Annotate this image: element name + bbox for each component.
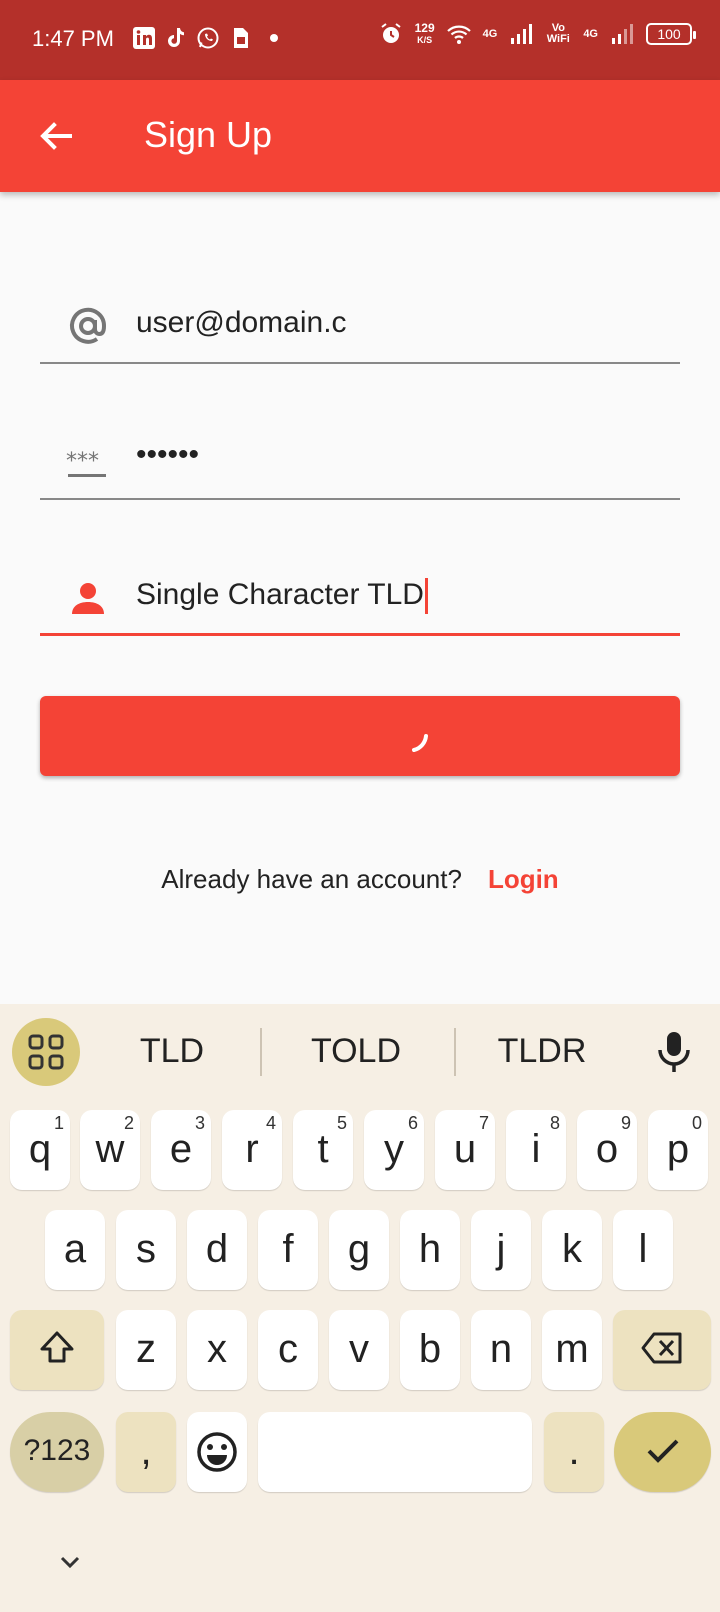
key-n[interactable]: n	[471, 1310, 531, 1390]
suggestion-3[interactable]: TLDR	[452, 1032, 632, 1071]
suggestion-1[interactable]: TLD	[82, 1032, 262, 1071]
key-c[interactable]: c	[258, 1310, 318, 1390]
key-x[interactable]: x	[187, 1310, 247, 1390]
text-cursor	[424, 578, 428, 615]
network-speed: 129 K/S	[414, 21, 435, 45]
comma-key[interactable]: ,	[116, 1412, 176, 1492]
key-v[interactable]: v	[329, 1310, 389, 1390]
password-field[interactable]: *** ••••••	[40, 420, 680, 500]
key-m[interactable]: m	[542, 1310, 602, 1390]
name-field[interactable]: Single Character TLD	[40, 556, 680, 636]
backspace-key[interactable]	[613, 1310, 711, 1390]
key-p[interactable]: p0	[648, 1110, 708, 1190]
system-icons: 129 K/S 4G Vo WiFi 4G 100	[379, 21, 696, 46]
microphone-icon[interactable]	[654, 1030, 694, 1074]
key-e[interactable]: e3	[151, 1110, 211, 1190]
sim-card-icon	[234, 28, 248, 48]
tiktok-icon	[168, 28, 184, 47]
signal-4g-label: 4G	[482, 27, 498, 40]
key-o[interactable]: o9	[577, 1110, 637, 1190]
email-input[interactable]: user@domain.c	[136, 306, 347, 340]
shift-icon	[40, 1331, 74, 1363]
loading-spinner-icon	[412, 734, 428, 752]
more-notifications-icon	[270, 34, 278, 42]
key-r[interactable]: r4	[222, 1110, 282, 1190]
shift-key[interactable]	[10, 1310, 104, 1390]
enter-key[interactable]	[614, 1412, 711, 1492]
linkedin-icon	[133, 27, 155, 49]
suggestion-divider	[260, 1028, 262, 1076]
person-icon	[72, 583, 104, 614]
key-b[interactable]: b	[400, 1310, 460, 1390]
checkmark-icon	[647, 1439, 678, 1463]
notification-icons	[132, 26, 278, 50]
emoji-icon	[197, 1432, 237, 1472]
hide-keyboard-icon[interactable]	[54, 1550, 86, 1574]
password-icon: ***	[66, 449, 106, 477]
back-arrow-icon[interactable]	[34, 114, 78, 158]
key-k[interactable]: k	[542, 1210, 602, 1290]
key-t[interactable]: t5	[293, 1110, 353, 1190]
sign-up-button[interactable]	[40, 696, 680, 776]
period-key[interactable]: .	[544, 1412, 604, 1492]
svg-text:***: ***	[66, 449, 99, 474]
status-time: 1:47 PM	[32, 26, 114, 51]
email-field[interactable]: user@domain.c	[40, 284, 680, 364]
name-input-text: Single Character TLD	[136, 578, 424, 611]
grid-icon	[28, 1034, 64, 1070]
key-a[interactable]: a	[45, 1210, 105, 1290]
login-link[interactable]: Login	[488, 864, 559, 894]
login-prompt: Already have an account? Login	[0, 864, 720, 895]
signal-4g-label-2: 4G	[583, 27, 598, 40]
whatsapp-icon	[197, 27, 219, 49]
symbols-key[interactable]: ?123	[10, 1412, 104, 1492]
key-s[interactable]: s	[116, 1210, 176, 1290]
key-q[interactable]: q1	[10, 1110, 70, 1190]
key-g[interactable]: g	[329, 1210, 389, 1290]
signal-strength-icon	[511, 24, 533, 44]
name-input[interactable]: Single Character TLD	[136, 578, 428, 615]
volte-wifi-label: Vo WiFi	[546, 22, 570, 45]
key-z[interactable]: z	[116, 1310, 176, 1390]
suggestion-bar: TLD TOLD TLDR	[0, 1004, 720, 1094]
key-j[interactable]: j	[471, 1210, 531, 1290]
key-f[interactable]: f	[258, 1210, 318, 1290]
keyboard-apps-button[interactable]	[12, 1018, 80, 1086]
backspace-icon	[641, 1332, 682, 1364]
battery-indicator: 100	[646, 23, 696, 45]
status-bar: 1:47 PM 129 K/S 4G Vo WiFi 4G 100	[0, 0, 720, 80]
space-bar[interactable]	[258, 1412, 532, 1492]
password-input[interactable]: ••••••	[136, 438, 199, 472]
at-sign-icon	[70, 307, 107, 344]
key-i[interactable]: i8	[506, 1110, 566, 1190]
key-l[interactable]: l	[613, 1210, 673, 1290]
wifi-icon	[446, 25, 471, 44]
login-prompt-text: Already have an account?	[161, 864, 462, 894]
key-y[interactable]: y6	[364, 1110, 424, 1190]
suggestion-2[interactable]: TOLD	[266, 1032, 446, 1071]
key-d[interactable]: d	[187, 1210, 247, 1290]
app-bar: Sign Up	[0, 80, 720, 192]
page-title: Sign Up	[144, 114, 273, 155]
alarm-icon	[380, 23, 401, 43]
key-w[interactable]: w2	[80, 1110, 140, 1190]
signal-strength-icon-2	[612, 24, 633, 44]
key-u[interactable]: u7	[435, 1110, 495, 1190]
emoji-key[interactable]	[187, 1412, 247, 1492]
soft-keyboard: TLD TOLD TLDR q1 w2 e3 r4 t5 y6 u7 i8 o9…	[0, 1004, 720, 1612]
key-h[interactable]: h	[400, 1210, 460, 1290]
